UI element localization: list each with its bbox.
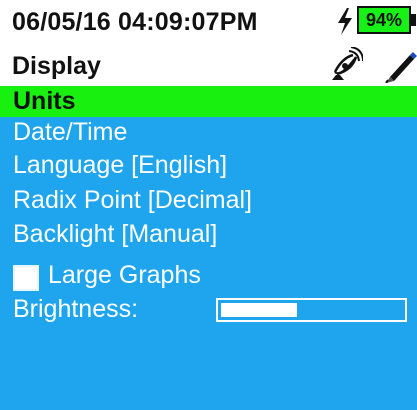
page-title: Display	[12, 52, 101, 80]
lightning-bolt-icon	[338, 8, 352, 35]
brightness-slider-fill	[221, 303, 297, 317]
status-bar: 06/05/16 04:09:07PM 94%	[0, 0, 417, 44]
brightness-setting: Brightness:	[0, 293, 417, 327]
settings-menu: Units Date/Time Language [English] Radix Po…	[0, 86, 417, 410]
brightness-slider[interactable]	[216, 298, 407, 322]
battery-tip	[411, 14, 416, 26]
battery-percent: 94%	[365, 10, 403, 30]
title-bar: Display	[0, 44, 417, 86]
menu-item-language-english[interactable]: Language [English]	[0, 150, 417, 181]
display-settings-screen: 06/05/16 04:09:07PM 94% Display Units Da…	[0, 0, 417, 410]
date-time-readout: 06/05/16 04:09:07PM	[12, 8, 258, 36]
menu-item-date-time[interactable]: Date/Time	[0, 117, 417, 148]
large-graphs-checkbox[interactable]	[13, 265, 39, 291]
battery-indicator: 94%	[357, 6, 411, 34]
menu-item-radix-point-decimal[interactable]: Radix Point [Decimal]	[0, 185, 417, 216]
pen-icon[interactable]	[382, 49, 417, 83]
brightness-label: Brightness:	[13, 295, 139, 323]
large-graphs-option[interactable]: Large Graphs	[0, 260, 417, 296]
large-graphs-label: Large Graphs	[48, 261, 201, 289]
satellite-dish-icon	[332, 47, 363, 80]
menu-item-backlight-manual[interactable]: Backlight [Manual]	[0, 219, 417, 250]
menu-item-units[interactable]: Units	[0, 86, 417, 117]
